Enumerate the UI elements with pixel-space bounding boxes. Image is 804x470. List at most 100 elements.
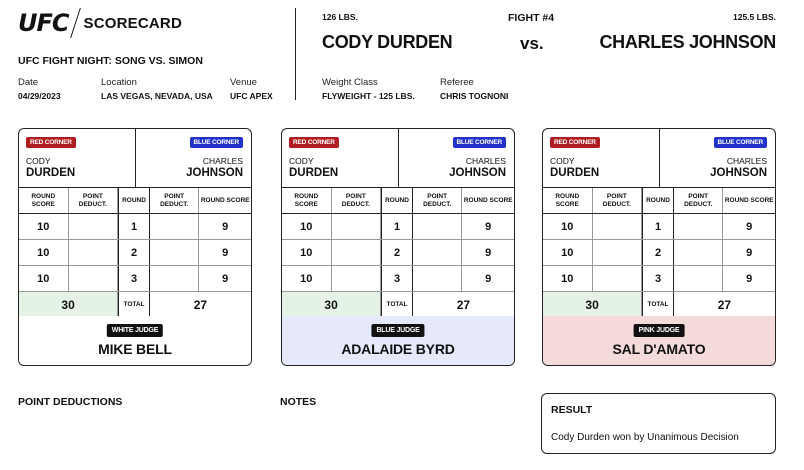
blue-round-score: 9 [746, 246, 753, 259]
red-point-deduct [593, 214, 643, 239]
red-fighter-name: CODY DURDEN [322, 32, 453, 52]
total-row: 30 TOTAL 27 [19, 292, 251, 318]
blue-round-score-header: ROUND SCORE [724, 196, 774, 204]
red-round-score: 10 [19, 214, 69, 239]
blue-first-name: CHARLES [465, 156, 506, 166]
blue-point-deduct-header: POINT DEDUCT. [150, 188, 200, 213]
blue-point-deduct [413, 240, 463, 265]
red-point-deduct [69, 240, 119, 265]
red-round-score: 10 [543, 266, 593, 291]
card-header: RED CORNER BLUE CORNER CODY DURDEN CHARLES JO… [19, 129, 251, 188]
total-label: TOTAL [381, 292, 413, 317]
judge-section: PINK JUDGE SAL D'AMATO [543, 316, 775, 365]
scorecard-2: RED CORNER BLUE CORNER CODY DURDEN CHARLES JO… [281, 128, 515, 366]
red-first-name: CODY [26, 156, 51, 166]
red-total: 30 [19, 292, 119, 317]
red-round-score: 10 [19, 240, 69, 265]
red-last-name: DURDEN [550, 167, 600, 179]
round-number: 3 [118, 266, 150, 291]
blue-corner-badge: BLUE CORNER [452, 137, 506, 148]
blue-weight: 125.5 LBS. [733, 12, 776, 22]
date-value: 04/29/2023 [18, 91, 61, 101]
blue-point-deduct [150, 240, 200, 265]
red-round-score-header: ROUND SCORE [543, 188, 593, 213]
round-number: 3 [642, 266, 674, 291]
total-label: TOTAL [118, 292, 150, 317]
round-number: 1 [118, 214, 150, 239]
red-point-deduct-header: POINT DEDUCT. [332, 188, 382, 213]
blue-round-score: 9 [222, 220, 229, 233]
red-point-deduct [69, 266, 119, 291]
blue-first-name: CHARLES [726, 156, 767, 166]
round-row: 10 2 9 [282, 240, 514, 266]
blue-point-deduct-header: POINT DEDUCT. [413, 188, 463, 213]
score-grid: ROUND SCORE POINT DEDUCT. ROUND POINT DEDUC… [282, 188, 514, 318]
score-grid: ROUND SCORE POINT DEDUCT. ROUND POINT DEDUC… [19, 188, 251, 318]
blue-fighter-name: CHARLES JOHNSON [599, 32, 776, 52]
red-corner-badge: RED CORNER [550, 137, 600, 148]
blue-round-score: 9 [485, 220, 492, 233]
red-point-deduct [332, 214, 382, 239]
red-last-name: DURDEN [289, 167, 339, 179]
red-weight: 126 LBS. [322, 12, 358, 22]
red-first-name: CODY [550, 156, 575, 166]
blue-point-deduct [150, 266, 200, 291]
blue-point-deduct-header: POINT DEDUCT. [674, 188, 724, 213]
blue-round-score: 9 [222, 272, 229, 285]
date-label: Date [18, 77, 39, 88]
red-round-score: 10 [282, 266, 332, 291]
ufc-logo: UFC SCORECARD [18, 8, 182, 38]
round-number: 2 [381, 240, 413, 265]
red-round-score: 10 [19, 266, 69, 291]
round-row: 10 2 9 [19, 240, 251, 266]
card-header: RED CORNER BLUE CORNER CODY DURDEN CHARLES JO… [282, 129, 514, 188]
blue-point-deduct [674, 214, 724, 239]
round-number: 2 [642, 240, 674, 265]
doc-title: SCORECARD [83, 14, 182, 32]
blue-round-score: 9 [746, 272, 753, 285]
venue-label: Venue [230, 77, 257, 88]
score-header-row: ROUND SCORE POINT DEDUCT. ROUND POINT DEDUC… [19, 188, 251, 214]
red-round-score-header: ROUND SCORE [19, 188, 69, 213]
round-header: ROUND [381, 188, 413, 213]
logo-separator [69, 8, 81, 38]
red-point-deduct-header: POINT DEDUCT. [593, 188, 643, 213]
result-box: RESULT Cody Durden won by Unanimous Deci… [541, 393, 776, 454]
blue-point-deduct [150, 214, 200, 239]
judge-badge: WHITE JUDGE [106, 324, 164, 337]
red-corner-badge: RED CORNER [26, 137, 76, 148]
red-round-score-header: ROUND SCORE [282, 188, 332, 213]
total-row: 30 TOTAL 27 [543, 292, 775, 318]
red-last-name: DURDEN [26, 167, 76, 179]
logo-text: UFC [18, 9, 69, 37]
round-number: 1 [381, 214, 413, 239]
red-round-score: 10 [282, 240, 332, 265]
round-row: 10 2 9 [543, 240, 775, 266]
venue-value: UFC APEX [230, 91, 273, 101]
red-point-deduct [332, 266, 382, 291]
location-label: Location [101, 77, 137, 88]
notes-label: NOTES [280, 396, 317, 408]
blue-total: 27 [456, 297, 471, 312]
red-point-deduct [332, 240, 382, 265]
round-row: 10 3 9 [19, 266, 251, 292]
blue-last-name: JOHNSON [186, 167, 243, 179]
round-number: 2 [118, 240, 150, 265]
score-header-row: ROUND SCORE POINT DEDUCT. ROUND POINT DEDUC… [543, 188, 775, 214]
scorecard-1: RED CORNER BLUE CORNER CODY DURDEN CHARLES JO… [18, 128, 252, 366]
score-grid: ROUND SCORE POINT DEDUCT. ROUND POINT DEDUC… [543, 188, 775, 318]
round-number: 3 [381, 266, 413, 291]
scorecard-3: RED CORNER BLUE CORNER CODY DURDEN CHARLES JO… [542, 128, 776, 366]
vs-label: vs. [520, 34, 544, 53]
red-first-name: CODY [289, 156, 314, 166]
score-header-row: ROUND SCORE POINT DEDUCT. ROUND POINT DEDUC… [282, 188, 514, 214]
result-text: Cody Durden won by Unanimous Decision [551, 432, 739, 443]
red-round-score: 10 [282, 214, 332, 239]
blue-first-name: CHARLES [202, 156, 243, 166]
judge-badge: BLUE JUDGE [371, 324, 425, 337]
red-point-deduct-header: POINT DEDUCT. [69, 188, 119, 213]
location-value: LAS VEGAS, NEVADA, USA [101, 91, 213, 101]
blue-total: 27 [193, 297, 208, 312]
red-corner-badge: RED CORNER [289, 137, 339, 148]
card-header: RED CORNER BLUE CORNER CODY DURDEN CHARLES JO… [543, 129, 775, 188]
